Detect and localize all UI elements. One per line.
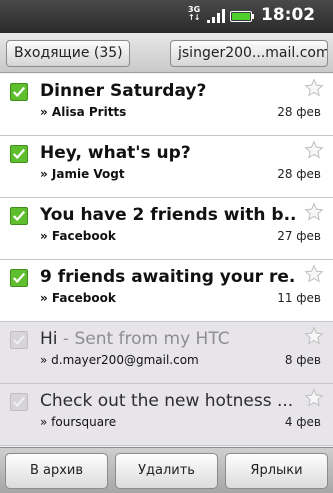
- message-checkbox[interactable]: [10, 207, 28, 225]
- bottom-toolbar: В архив Удалить Ярлыки: [0, 447, 333, 493]
- star-icon[interactable]: [304, 78, 324, 98]
- star-icon[interactable]: [304, 140, 324, 160]
- message-checkbox[interactable]: [10, 269, 28, 287]
- message-sender: » Facebook: [40, 291, 116, 305]
- message-row[interactable]: Hi - Sent from my HTC » d.mayer200@gmail.…: [0, 322, 333, 384]
- message-date: 11 фев: [277, 291, 321, 305]
- message-subject: You have 2 friends with b...: [40, 203, 295, 227]
- message-checkbox[interactable]: [10, 145, 28, 163]
- message-date: 28 фев: [277, 167, 321, 181]
- star-icon[interactable]: [304, 326, 324, 346]
- subject-text: Hi: [40, 329, 58, 349]
- message-sender: » d.mayer200@gmail.com: [40, 353, 199, 367]
- subject-text: Check out the new hotness ...: [40, 391, 294, 411]
- star-icon[interactable]: [304, 202, 324, 222]
- message-date: 8 фев: [284, 353, 321, 367]
- inbox-folder-button[interactable]: Входящие (35): [6, 40, 130, 67]
- message-subject: Dinner Saturday?: [40, 79, 295, 103]
- delete-button[interactable]: Удалить: [115, 453, 218, 489]
- message-row[interactable]: Hey, what's up? » Jamie Vogt 28 фев: [0, 136, 333, 198]
- message-subject: Hi - Sent from my HTC: [40, 327, 295, 351]
- message-row[interactable]: Dinner Saturday? » Alisa Pritts 28 фев: [0, 74, 333, 136]
- message-checkbox[interactable]: [10, 393, 28, 411]
- network-activity-icon: ↑↓: [188, 13, 200, 22]
- account-button[interactable]: jsinger200...mail.com: [170, 40, 328, 67]
- star-icon[interactable]: [304, 388, 324, 408]
- message-checkbox[interactable]: [10, 331, 28, 349]
- message-checkbox[interactable]: [10, 83, 28, 101]
- labels-button[interactable]: Ярлыки: [225, 453, 328, 489]
- message-subject: Check out the new hotness ...: [40, 389, 295, 413]
- message-list: Dinner Saturday?» Alisa Pritts 28 фев Hey,…: [0, 74, 333, 447]
- message-subject: 9 friends awaiting your re...: [40, 265, 295, 289]
- subject-text: You have 2 friends with b...: [40, 205, 295, 225]
- message-date: 28 фев: [277, 105, 321, 119]
- star-icon[interactable]: [304, 264, 324, 284]
- battery-icon: [230, 11, 254, 22]
- message-snippet: - Sent from my HTC: [57, 329, 230, 349]
- network-indicator: 3G ↑↓: [188, 6, 200, 22]
- archive-button[interactable]: В архив: [5, 453, 108, 489]
- subject-text: Hey, what's up?: [40, 143, 191, 163]
- subject-text: Dinner Saturday?: [40, 81, 207, 101]
- status-time: 18:02: [261, 5, 316, 25]
- message-subject: Hey, what's up?: [40, 141, 295, 165]
- message-date: 4 фев: [284, 415, 321, 429]
- mail-header: Входящие (35) jsinger200...mail.com: [0, 33, 333, 73]
- subject-text: 9 friends awaiting your re...: [40, 267, 295, 287]
- message-sender: » Jamie Vogt: [40, 167, 125, 181]
- signal-icon: [207, 9, 225, 23]
- message-sender: » Alisa Pritts: [40, 105, 127, 119]
- message-date: 27 фев: [277, 229, 321, 243]
- message-row[interactable]: You have 2 friends with b... » Facebook 27…: [0, 198, 333, 260]
- message-sender: » Facebook: [40, 229, 116, 243]
- message-sender: » foursquare: [40, 415, 117, 429]
- status-bar: 3G ↑↓ 18:02: [0, 0, 333, 33]
- message-row[interactable]: 9 friends awaiting your re... » Facebook 1…: [0, 260, 333, 322]
- message-row[interactable]: Check out the new hotness ... » foursquar…: [0, 384, 333, 446]
